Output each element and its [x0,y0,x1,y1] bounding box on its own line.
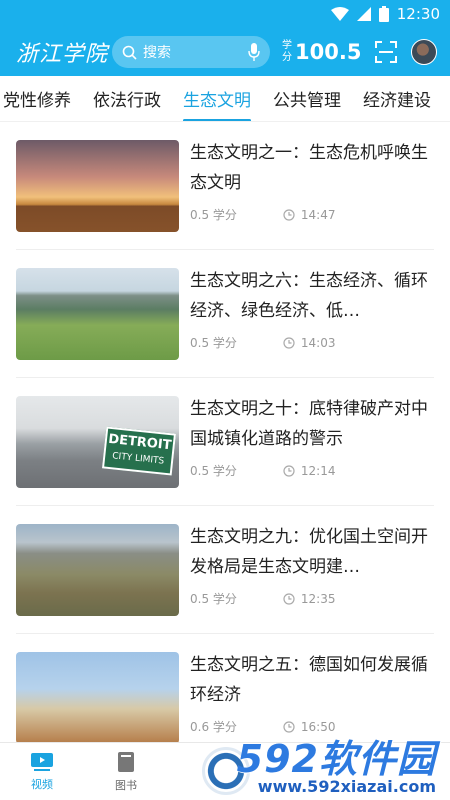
duration-text: 14:47 [300,207,336,222]
tabbar-label: 图书 [115,778,137,792]
list-item[interactable]: 生态文明之一：生态危机呼唤生态文明 0.5 学分 14:47 [16,122,434,250]
category-tabs: 党性修养 依法行政 生态文明 公共管理 经济建设 [0,76,450,122]
video-title[interactable]: 生态文明之五：德国如何发展循环经济 [190,650,434,710]
video-thumbnail[interactable]: DETROIT CITY LIMITS [16,396,179,488]
signal-icon [356,7,371,21]
user-avatar[interactable] [411,39,438,65]
clock-icon [283,208,295,221]
clock-icon [283,464,295,477]
list-item[interactable]: 生态文明之六：生态经济、循环经济、绿色经济、低… 0.5 学分 14:03 [16,250,434,378]
video-title[interactable]: 生态文明之六：生态经济、循环经济、绿色经济、低… [190,266,434,326]
tab-economic-construction[interactable]: 经济建设 [352,76,442,121]
app-header: 浙江学院 搜索 学分 100.5 [0,28,450,76]
clock-icon [283,592,295,605]
video-thumbnail[interactable] [16,652,179,744]
credit-text: 0.5 学分 [190,208,237,222]
video-icon [31,752,53,771]
credit-text: 0.5 学分 [190,336,237,350]
video-thumbnail[interactable] [16,268,179,360]
tab-public-management[interactable]: 公共管理 [262,76,352,121]
credit-score[interactable]: 学分 100.5 [282,40,361,64]
detroit-sign: DETROIT CITY LIMITS [101,426,177,476]
credit-text: 0.5 学分 [190,464,237,478]
watermark: 592软件园 www.592xiazai.com [236,737,436,796]
app-logo: 浙江学院 [16,42,109,67]
microphone-icon[interactable] [248,43,260,61]
battery-icon [378,6,389,22]
tab-law-administration[interactable]: 依法行政 [82,76,172,121]
duration-text: 12:35 [300,591,336,606]
video-title[interactable]: 生态文明之九：优化国土空间开发格局是生态文明建… [190,522,434,582]
video-thumbnail[interactable] [16,140,179,232]
tabbar-label: 视频 [31,777,53,791]
duration-text: 12:14 [300,463,336,478]
search-input[interactable]: 搜索 [112,36,270,68]
video-title[interactable]: 生态文明之一：生态危机呼唤生态文明 [190,138,434,198]
video-thumbnail[interactable] [16,524,179,616]
video-list: 生态文明之一：生态危机呼唤生态文明 0.5 学分 14:47 生态文明之六：生态… [0,122,450,762]
credit-label: 学分 [282,40,292,63]
credit-value: 100.5 [295,40,362,64]
video-title[interactable]: 生态文明之十：底特律破产对中国城镇化道路的警示 [190,394,434,454]
search-icon [122,45,137,60]
book-icon [118,751,134,772]
tabbar-item-video[interactable]: 视频 [0,743,84,800]
status-bar: 12:30 [0,0,450,28]
duration-text: 14:03 [300,335,336,350]
credit-text: 0.5 学分 [190,592,237,606]
list-item[interactable]: DETROIT CITY LIMITS 生态文明之十：底特律破产对中国城镇化道路… [16,378,434,506]
status-time: 12:30 [396,5,440,23]
tabbar-item-books[interactable]: 图书 [84,743,168,800]
scan-icon[interactable] [375,41,398,63]
credit-text: 0.6 学分 [190,720,237,734]
wifi-icon [330,7,349,21]
search-placeholder: 搜索 [143,45,171,61]
tab-ecological-civilization[interactable]: 生态文明 [172,76,262,121]
list-item[interactable]: 生态文明之九：优化国土空间开发格局是生态文明建… 0.5 学分 12:35 [16,506,434,634]
clock-icon [283,336,295,349]
tab-party-spirit[interactable]: 党性修养 [0,76,82,121]
